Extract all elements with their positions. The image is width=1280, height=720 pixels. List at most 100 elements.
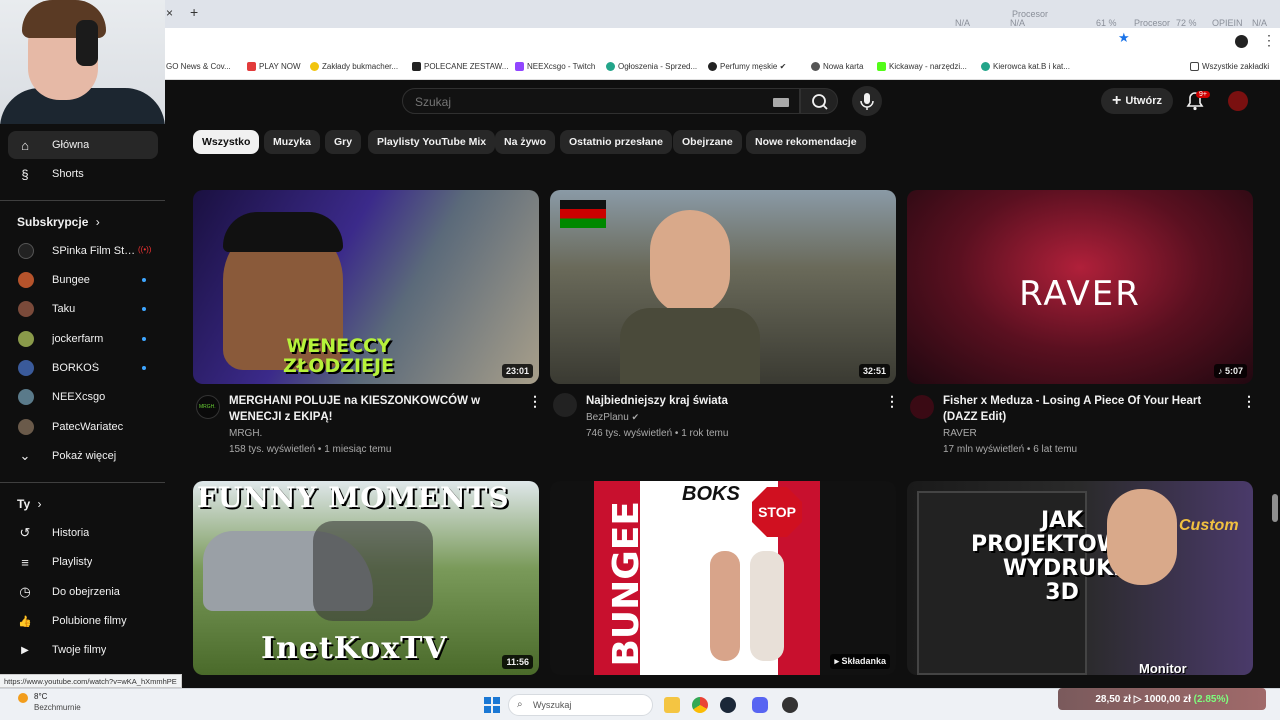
bookmark-item[interactable]: Ogłoszenia - Sprzed... (606, 62, 697, 71)
app-icon[interactable] (782, 697, 798, 713)
channel-name[interactable]: RAVER (943, 428, 977, 439)
bookmark-item[interactable]: Perfumy męskie ✔ (708, 62, 786, 71)
windows-start-icon[interactable] (484, 697, 500, 713)
video-thumbnail[interactable]: WENECCY ZŁODZIEJE 23:01 (193, 190, 539, 384)
chevron-right-icon: › (95, 215, 100, 229)
sidebar-item-history[interactable]: ↺ Historia (8, 519, 158, 547)
bookmark-item[interactable]: Kierowca kat.B i kat... (981, 62, 1070, 71)
bookmark-item[interactable]: PLAY NOW (247, 62, 301, 71)
subscriptions-header[interactable]: Subskrypcje › (17, 215, 100, 229)
headphones-icon (76, 20, 98, 66)
channel-avatar (18, 389, 34, 405)
thumbnail-boxer (750, 551, 784, 661)
thumbnail-people (313, 521, 433, 621)
account-avatar[interactable] (1228, 91, 1248, 111)
more-options-icon[interactable]: ⋮ (528, 393, 542, 410)
bookmark-icon (247, 62, 256, 71)
channel-name[interactable]: MRGH. (229, 428, 262, 439)
menu-icon[interactable]: ⋮ (1262, 32, 1276, 49)
bookmark-item[interactable]: Nowa karta (811, 62, 863, 71)
bookmark-icon (606, 62, 615, 71)
plus-icon: + (1111, 92, 1122, 109)
video-thumbnail[interactable]: RAVER ♪ 5:07 (907, 190, 1253, 384)
taskbar-search[interactable]: ⌕ Wyszukaj (508, 694, 653, 716)
video-title[interactable]: Fisher x Meduza - Losing A Piece Of Your… (943, 393, 1233, 425)
video-thumbnail[interactable]: 32:51 (550, 190, 896, 384)
bookmark-item[interactable]: POLECANE ZESTAW... (412, 62, 508, 71)
home-icon: ⌂ (21, 137, 29, 153)
chip-all[interactable]: Wszystko (193, 130, 260, 154)
sidebar-item-playlists[interactable]: ≡ Playlisty (8, 548, 158, 576)
new-tab-button[interactable]: + (190, 4, 198, 20)
sidebar-item-subscription[interactable]: NEEXcsgo (8, 383, 158, 411)
create-button[interactable]: + Utwórz (1101, 88, 1173, 114)
search-button[interactable] (800, 88, 838, 114)
bookmark-item[interactable]: Kickaway - narzędzi... (877, 62, 967, 71)
bookmark-item[interactable]: Zakłady bukmacher... (310, 62, 398, 71)
chip-music[interactable]: Muzyka (264, 130, 320, 154)
all-bookmarks[interactable]: Wszystkie zakładki (1190, 62, 1269, 71)
discord-icon[interactable] (752, 697, 768, 713)
chip-new-recommendations[interactable]: Nowe rekomendacje (746, 130, 866, 154)
channel-avatar[interactable]: MRGH. (196, 395, 220, 419)
channel-name[interactable]: BezPlanu ✔ (586, 412, 639, 423)
channel-avatar[interactable] (553, 393, 577, 417)
voice-search-button[interactable] (852, 86, 882, 116)
bookmark-item[interactable]: NEEXcsgo - Twitch (515, 62, 595, 71)
sidebar-item-subscription[interactable]: Bungee (8, 266, 158, 294)
video-meta: 746 tys. wyświetleń • 1 rok temu (586, 428, 729, 439)
sidebar-divider (0, 482, 165, 483)
sidebar-item-subscription[interactable]: SPinka Film Stud... ((•)) (8, 237, 158, 265)
twitch-icon (515, 62, 524, 71)
webcam-overlay (0, 0, 165, 124)
chevron-right-icon: › (37, 497, 42, 511)
chip-recent[interactable]: Ostatnio przesłane (560, 130, 672, 154)
tab-close-icon[interactable]: × (166, 6, 173, 20)
sidebar-item-your-videos[interactable]: ▶ Twoje filmy (8, 636, 158, 664)
chip-live[interactable]: Na żywo (495, 130, 556, 154)
thumbnail-caption: Custom (1179, 517, 1239, 534)
globe-icon (811, 62, 820, 71)
video-duration: 11:56 (502, 655, 533, 669)
you-header[interactable]: Ty › (17, 497, 41, 511)
star-icon[interactable]: ★ (1118, 30, 1130, 46)
video-thumbnail[interactable]: FUNNY MOMENTS InetKoxTV 11:56 (193, 481, 539, 675)
stock-widget[interactable]: 28,50 zł ▷ 1000,00 zł (2.85%) (1058, 688, 1266, 710)
channel-avatar[interactable] (910, 395, 934, 419)
profile-icon[interactable] (1235, 35, 1248, 48)
sidebar-item-subscription[interactable]: BORKOŚ (8, 354, 158, 382)
video-meta: 158 tys. wyświetleń • 1 miesiąc temu (229, 444, 392, 455)
sidebar-item-subscription[interactable]: jockerfarm (8, 325, 158, 353)
thumbnail-caption: WENECCY ZŁODZIEJE (283, 335, 395, 377)
new-content-dot (142, 337, 146, 341)
sidebar-item-subscription[interactable]: Taku (8, 295, 158, 323)
video-title[interactable]: Najbiedniejszy kraj świata (586, 393, 876, 409)
search-box[interactable] (402, 88, 800, 114)
sidebar-item-home[interactable]: ⌂ Główna (8, 131, 158, 159)
sidebar-item-liked[interactable]: 👍 Polubione filmy (8, 607, 158, 635)
video-thumbnail[interactable]: JAK PROJEKTOWAĆ WYDRUKI 3D Custom Monito… (907, 481, 1253, 675)
steam-icon[interactable] (720, 697, 736, 713)
more-options-icon[interactable]: ⋮ (1242, 393, 1256, 410)
video-thumbnail[interactable]: BUNGEE BOKS STOP ▸ Składanka (550, 481, 896, 675)
chip-watched[interactable]: Obejrzane (673, 130, 742, 154)
hw-label: N/A (1252, 18, 1268, 28)
chevron-down-icon: ⌄ (19, 448, 31, 463)
page-scrollbar[interactable] (1272, 494, 1278, 522)
file-explorer-icon[interactable] (664, 697, 680, 713)
bookmark-item[interactable]: GO News & Cov... (166, 62, 231, 71)
search-input[interactable] (415, 95, 715, 109)
keyboard-icon[interactable] (773, 98, 789, 107)
sidebar-show-more[interactable]: ⌄ Pokaż więcej (8, 442, 158, 470)
sidebar-item-watch-later[interactable]: ◷ Do obejrzenia (8, 578, 158, 606)
chrome-icon[interactable] (692, 697, 708, 713)
new-content-dot (142, 278, 146, 282)
more-options-icon[interactable]: ⋮ (885, 393, 899, 410)
new-content-dot (142, 307, 146, 311)
chip-mix[interactable]: Playlisty YouTube Mix (368, 130, 496, 154)
chip-games[interactable]: Gry (325, 130, 362, 154)
sidebar-item-shorts[interactable]: § Shorts (8, 160, 158, 188)
sidebar-item-subscription[interactable]: PatecWariatec (8, 413, 158, 441)
video-title[interactable]: MERGHANI POLUJE na KIESZONKOWCÓW w WENEC… (229, 393, 519, 425)
address-bar[interactable]: ★ ⋮ (0, 28, 1280, 75)
